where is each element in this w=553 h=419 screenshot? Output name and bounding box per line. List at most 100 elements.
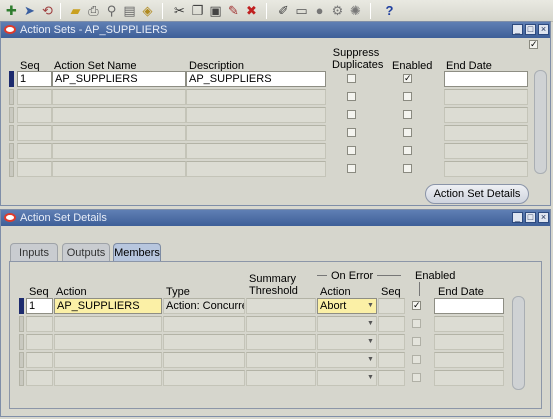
- on-error-action-select[interactable]: Abort ▼: [317, 298, 377, 314]
- enabled-checkbox[interactable]: [403, 128, 412, 137]
- action-field[interactable]: [54, 316, 162, 332]
- action-set-name-field[interactable]: [52, 89, 186, 105]
- row-indicator[interactable]: [19, 298, 24, 314]
- action-field[interactable]: [54, 334, 162, 350]
- chevron-down-icon[interactable]: ▼: [366, 300, 375, 312]
- on-error-action-select[interactable]: ▼: [317, 334, 377, 350]
- action-set-name-field[interactable]: [52, 161, 186, 177]
- seq-field[interactable]: [17, 143, 52, 159]
- enabled-checkbox[interactable]: ✓: [412, 301, 421, 310]
- end-date-field[interactable]: [434, 316, 504, 332]
- seq-field[interactable]: [26, 334, 53, 350]
- description-field[interactable]: AP_SUPPLIERS: [186, 71, 326, 87]
- maximize-button[interactable]: □: [525, 24, 536, 35]
- tab-members[interactable]: Members: [113, 243, 161, 262]
- translate-icon[interactable]: ✐: [276, 3, 291, 18]
- end-date-field[interactable]: [434, 334, 504, 350]
- row-indicator[interactable]: [9, 161, 14, 177]
- row-indicator[interactable]: [19, 334, 24, 350]
- row-indicator[interactable]: [9, 89, 14, 105]
- suppress-duplicates-checkbox[interactable]: [347, 110, 356, 119]
- chevron-down-icon[interactable]: ▼: [366, 354, 375, 366]
- tab-inputs[interactable]: Inputs: [10, 243, 58, 262]
- description-field[interactable]: [186, 125, 326, 141]
- description-field[interactable]: [186, 143, 326, 159]
- suppress-duplicates-checkbox[interactable]: [347, 146, 356, 155]
- chevron-down-icon[interactable]: ▼: [366, 372, 375, 384]
- seq-field[interactable]: [17, 125, 52, 141]
- paste-icon[interactable]: ▣: [208, 3, 223, 18]
- seq-field[interactable]: 1: [26, 298, 53, 314]
- seq-field[interactable]: [26, 352, 53, 368]
- end-date-field[interactable]: [444, 89, 528, 105]
- on-error-action-select[interactable]: ▼: [317, 316, 377, 332]
- navigator-icon[interactable]: ▤: [122, 3, 137, 18]
- end-date-field[interactable]: [444, 71, 528, 87]
- end-date-field[interactable]: [434, 352, 504, 368]
- action-set-name-field[interactable]: [52, 143, 186, 159]
- go-icon[interactable]: ➤: [22, 3, 37, 18]
- action-set-name-field[interactable]: [52, 107, 186, 123]
- zoom-icon[interactable]: ◈: [140, 3, 155, 18]
- suppress-duplicates-checkbox[interactable]: [347, 92, 356, 101]
- summary-threshold-field[interactable]: [246, 352, 316, 368]
- tab-outputs[interactable]: Outputs: [62, 243, 110, 262]
- globe-icon[interactable]: ●: [312, 3, 327, 18]
- close-button[interactable]: ×: [538, 24, 549, 35]
- summary-threshold-field[interactable]: [246, 370, 316, 386]
- edit-icon[interactable]: ✎: [226, 3, 241, 18]
- seq-field[interactable]: [26, 316, 53, 332]
- seq-field[interactable]: [17, 107, 52, 123]
- suppress-duplicates-checkbox[interactable]: [347, 164, 356, 173]
- end-date-field[interactable]: [444, 143, 528, 159]
- on-error-seq-field[interactable]: [378, 370, 405, 386]
- description-field[interactable]: [186, 89, 326, 105]
- minimize-button[interactable]: _: [512, 212, 523, 223]
- flashlight-icon[interactable]: ✺: [348, 3, 363, 18]
- summary-threshold-field[interactable]: [246, 298, 316, 314]
- clear-icon[interactable]: ✖: [244, 3, 259, 18]
- window-icon[interactable]: ▭: [294, 3, 309, 18]
- action-set-details-button[interactable]: Action Set Details: [425, 184, 529, 204]
- on-error-action-select[interactable]: ▼: [317, 352, 377, 368]
- new-icon[interactable]: ✚: [4, 3, 19, 18]
- back-icon[interactable]: ⟲: [40, 3, 55, 18]
- end-date-field[interactable]: [434, 298, 504, 314]
- enabled-checkbox[interactable]: [403, 164, 412, 173]
- summary-threshold-field[interactable]: [246, 334, 316, 350]
- on-error-seq-field[interactable]: [378, 298, 405, 314]
- maximize-button[interactable]: □: [525, 212, 536, 223]
- seq-field[interactable]: 1: [17, 71, 52, 87]
- print-icon[interactable]: ⎙: [86, 3, 101, 18]
- on-error-seq-field[interactable]: [378, 352, 405, 368]
- on-error-seq-field[interactable]: [378, 316, 405, 332]
- enabled-checkbox[interactable]: ✓: [403, 74, 412, 83]
- description-field[interactable]: [186, 161, 326, 177]
- on-error-seq-field[interactable]: [378, 334, 405, 350]
- folder-checkbox[interactable]: ✓: [529, 40, 538, 49]
- help-icon[interactable]: ?: [382, 3, 397, 18]
- enabled-checkbox[interactable]: [403, 92, 412, 101]
- enabled-checkbox[interactable]: [412, 337, 421, 346]
- suppress-duplicates-checkbox[interactable]: [347, 74, 356, 83]
- row-indicator[interactable]: [9, 125, 14, 141]
- row-indicator[interactable]: [9, 71, 14, 87]
- on-error-action-select[interactable]: ▼: [317, 370, 377, 386]
- action-field[interactable]: AP_SUPPLIERS: [54, 298, 162, 314]
- attachment-icon[interactable]: ⚲: [104, 3, 119, 18]
- folder-icon[interactable]: ▰: [68, 3, 83, 18]
- enabled-checkbox[interactable]: [403, 110, 412, 119]
- end-date-field[interactable]: [444, 125, 528, 141]
- action-set-name-field[interactable]: AP_SUPPLIERS: [52, 71, 186, 87]
- copy-icon[interactable]: ❐: [190, 3, 205, 18]
- cut-icon[interactable]: ✂: [172, 3, 187, 18]
- summary-threshold-field[interactable]: [246, 316, 316, 332]
- chevron-down-icon[interactable]: ▼: [366, 318, 375, 330]
- end-date-field[interactable]: [444, 107, 528, 123]
- action-field[interactable]: [54, 370, 162, 386]
- enabled-checkbox[interactable]: [412, 319, 421, 328]
- seq-field[interactable]: [26, 370, 53, 386]
- enabled-checkbox[interactable]: [412, 373, 421, 382]
- enabled-checkbox[interactable]: [412, 355, 421, 364]
- action-set-name-field[interactable]: [52, 125, 186, 141]
